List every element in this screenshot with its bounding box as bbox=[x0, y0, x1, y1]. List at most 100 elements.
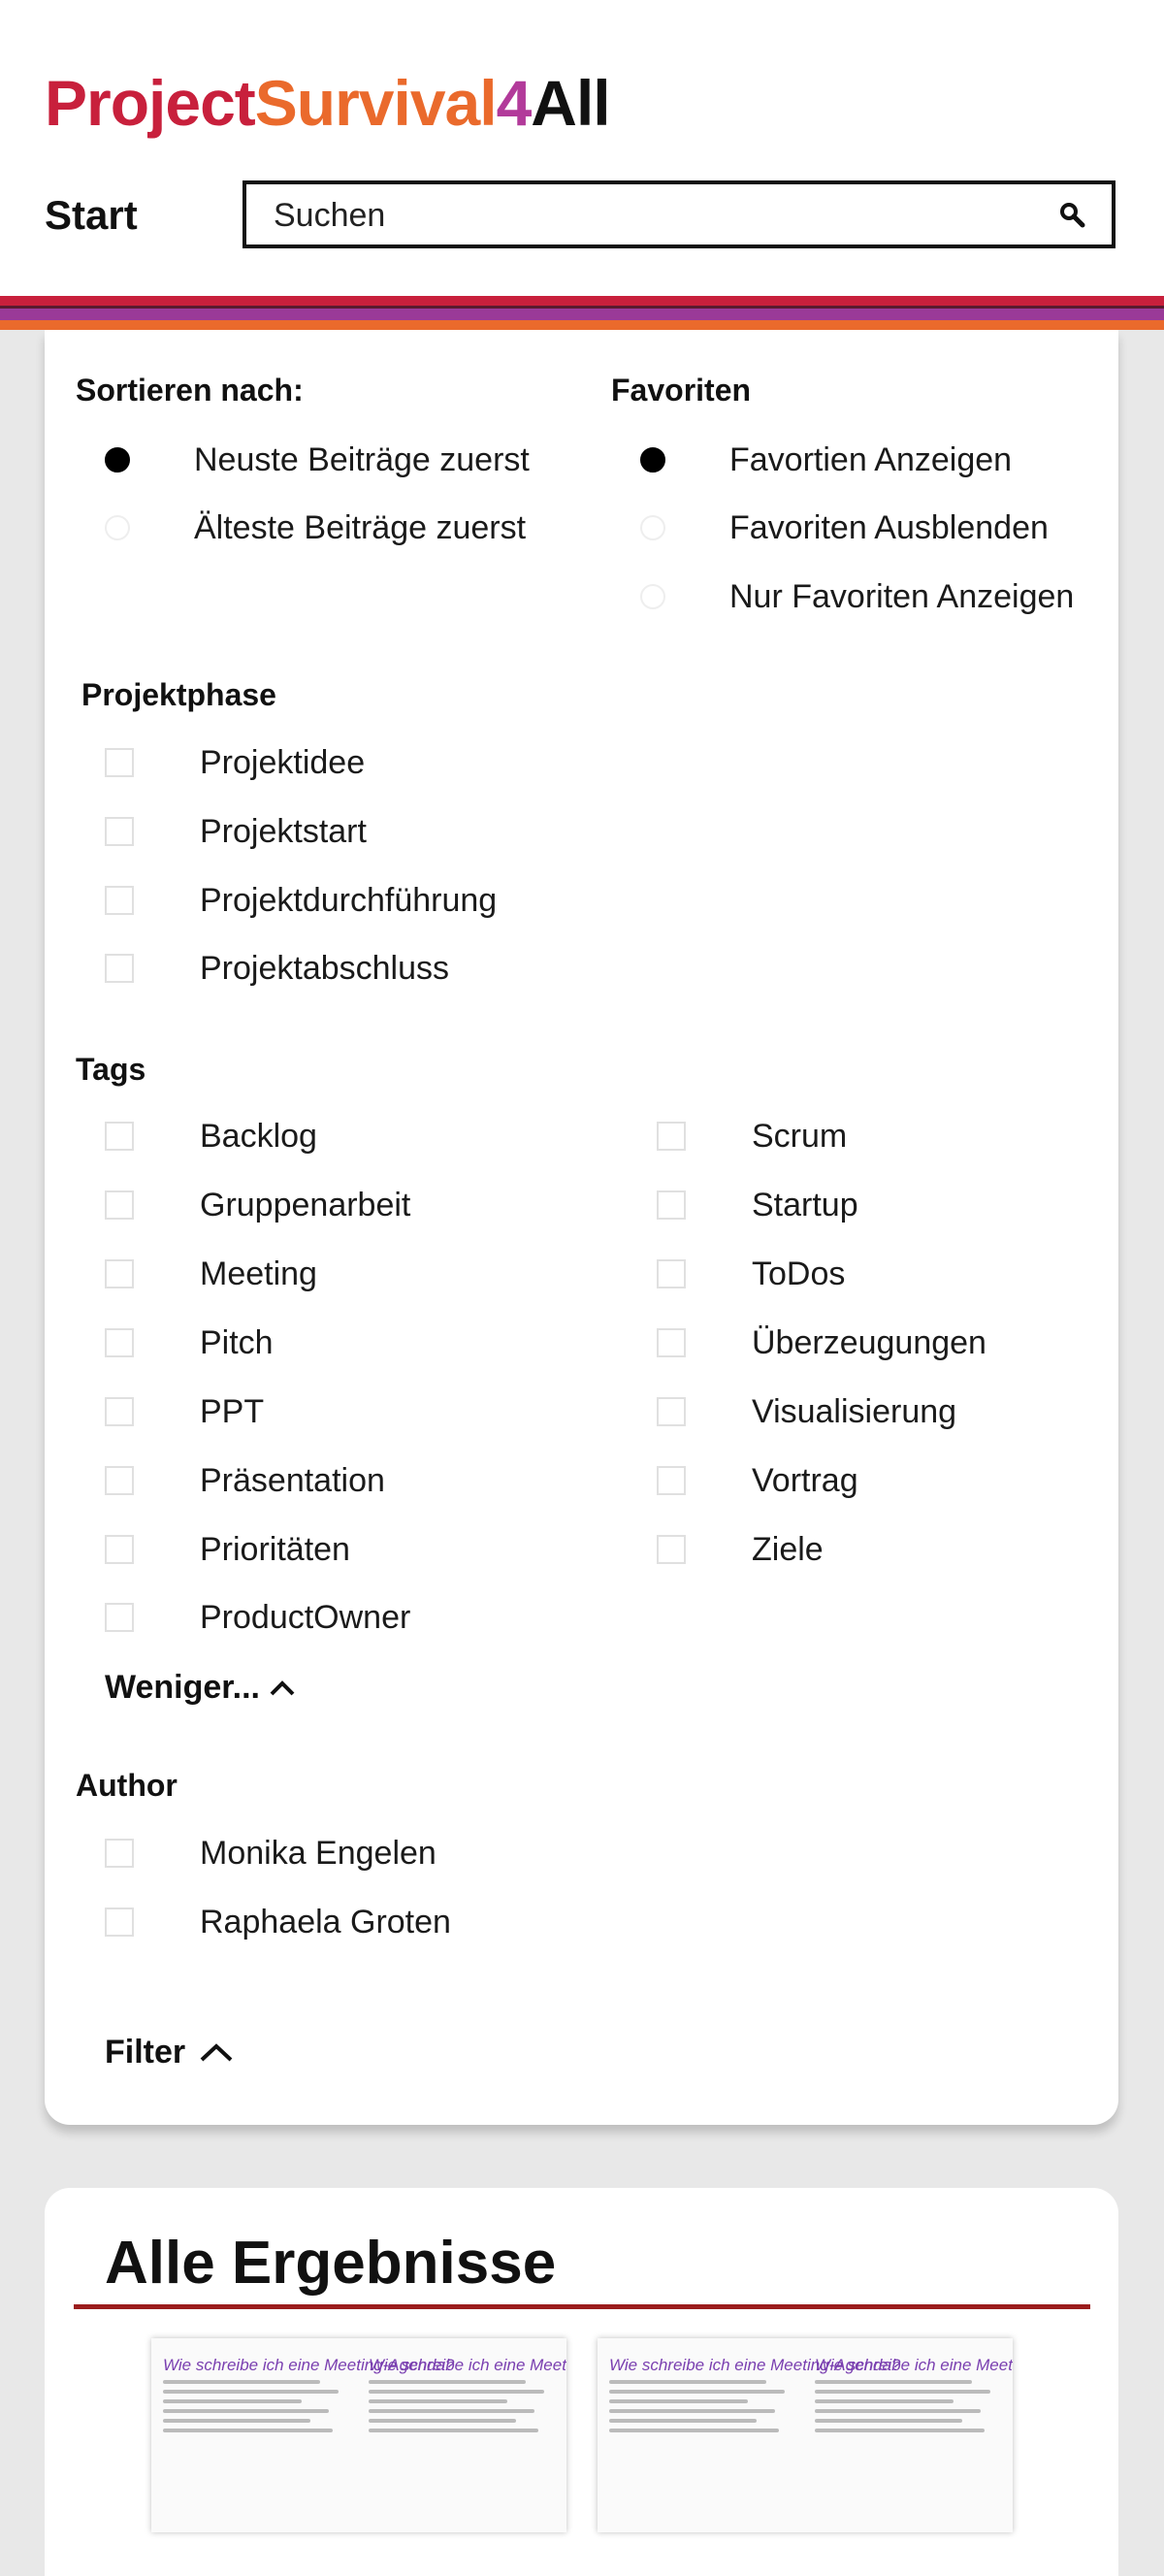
checkbox[interactable] bbox=[105, 1466, 134, 1495]
search-icon[interactable] bbox=[1057, 200, 1086, 229]
checkbox[interactable] bbox=[105, 1603, 134, 1632]
checkbox[interactable] bbox=[105, 954, 134, 983]
option-label: Nur Favoriten Anzeigen bbox=[729, 578, 1075, 615]
tag-option-praesentation[interactable]: Präsentation bbox=[105, 1461, 385, 1500]
favorites-option-hide[interactable]: Favoriten Ausblenden bbox=[640, 508, 1049, 547]
phase-option-idea[interactable]: Projektidee bbox=[105, 743, 365, 782]
tag-option-scrum[interactable]: Scrum bbox=[657, 1117, 847, 1156]
tag-option-gruppenarbeit[interactable]: Gruppenarbeit bbox=[105, 1186, 410, 1224]
author-option-raphaela[interactable]: Raphaela Groten bbox=[105, 1903, 451, 1941]
checkbox[interactable] bbox=[105, 1839, 134, 1868]
logo-part-4: 4 bbox=[496, 67, 533, 139]
favorites-option-show[interactable]: Favortien Anzeigen bbox=[640, 440, 1012, 479]
radio-selected[interactable] bbox=[640, 447, 665, 473]
checkbox[interactable] bbox=[657, 1122, 686, 1151]
checkbox[interactable] bbox=[657, 1328, 686, 1357]
checkbox[interactable] bbox=[105, 1328, 134, 1357]
tag-option-ziele[interactable]: Ziele bbox=[657, 1530, 824, 1569]
checkbox[interactable] bbox=[105, 1259, 134, 1288]
checkbox[interactable] bbox=[105, 886, 134, 915]
tag-option-meeting[interactable]: Meeting bbox=[105, 1255, 317, 1293]
option-label: Prioritäten bbox=[200, 1531, 350, 1568]
show-less-label: Weniger... bbox=[105, 1669, 260, 1706]
result-thumbnail[interactable]: Wie schreibe ich eine Meeting-Agenda? Wi… bbox=[598, 2338, 1013, 2532]
radio-unselected[interactable] bbox=[640, 584, 665, 609]
tag-option-backlog[interactable]: Backlog bbox=[105, 1117, 317, 1156]
option-label: Älteste Beiträge zuerst bbox=[194, 509, 527, 546]
checkbox[interactable] bbox=[105, 1535, 134, 1564]
option-label: PPT bbox=[200, 1393, 265, 1430]
checkbox[interactable] bbox=[105, 1908, 134, 1937]
option-label: ProductOwner bbox=[200, 1599, 411, 1636]
results-title: Alle Ergebnisse bbox=[105, 2230, 557, 2297]
radio-unselected[interactable] bbox=[640, 515, 665, 540]
option-label: Backlog bbox=[200, 1118, 317, 1155]
tag-option-prioritaeten[interactable]: Prioritäten bbox=[105, 1530, 350, 1569]
radio-selected[interactable] bbox=[105, 447, 130, 473]
stripe-orange bbox=[0, 320, 1164, 330]
favorites-title: Favoriten bbox=[611, 373, 752, 408]
option-label: Projektabschluss bbox=[200, 950, 450, 987]
sort-option-oldest[interactable]: Älteste Beiträge zuerst bbox=[105, 508, 526, 547]
thumbnail-title: Wie schreibe ich eine Meeting-Agenda? bbox=[815, 2356, 1013, 2374]
option-label: Monika Engelen bbox=[200, 1835, 436, 1872]
checkbox[interactable] bbox=[657, 1535, 686, 1564]
option-label: Raphaela Groten bbox=[200, 1904, 451, 1940]
tag-option-todos[interactable]: ToDos bbox=[657, 1255, 845, 1293]
option-label: Neuste Beiträge zuerst bbox=[194, 441, 530, 478]
phase-title: Projektphase bbox=[81, 677, 276, 712]
thumbnail-page-left: Wie schreibe ich eine Meeting-Agenda? bbox=[609, 2356, 900, 2432]
phase-option-start[interactable]: Projektstart bbox=[105, 812, 367, 851]
stripe-purple bbox=[0, 309, 1164, 320]
favorites-option-only[interactable]: Nur Favoriten Anzeigen bbox=[640, 577, 1074, 616]
results-panel: Alle Ergebnisse Wie schreibe ich eine Me… bbox=[45, 2188, 1118, 2576]
option-label: Projektidee bbox=[200, 744, 366, 781]
filter-toggle-button[interactable]: Filter bbox=[105, 2032, 236, 2072]
option-label: Visualisierung bbox=[752, 1393, 957, 1430]
tag-option-pitch[interactable]: Pitch bbox=[105, 1323, 274, 1362]
option-label: Favortien Anzeigen bbox=[729, 441, 1013, 478]
checkbox[interactable] bbox=[105, 1397, 134, 1426]
sort-option-newest[interactable]: Neuste Beiträge zuerst bbox=[105, 440, 530, 479]
search-input[interactable] bbox=[272, 184, 1032, 246]
logo-part-survival: Survival bbox=[254, 67, 498, 139]
option-label: Pitch bbox=[200, 1324, 274, 1361]
phase-option-execution[interactable]: Projektdurchführung bbox=[105, 881, 497, 920]
radio-unselected[interactable] bbox=[105, 515, 130, 540]
app-logo[interactable]: ProjectSurvival4All bbox=[45, 64, 611, 142]
checkbox[interactable] bbox=[105, 748, 134, 777]
option-label: Überzeugungen bbox=[752, 1324, 986, 1361]
author-title: Author bbox=[76, 1768, 178, 1803]
option-label: Vortrag bbox=[752, 1462, 858, 1499]
option-label: Projektstart bbox=[200, 813, 367, 850]
sort-title: Sortieren nach: bbox=[76, 373, 304, 408]
logo-part-all: All bbox=[531, 67, 610, 139]
checkbox[interactable] bbox=[105, 1122, 134, 1151]
search-bar[interactable] bbox=[242, 180, 1116, 248]
thumbnail-title: Wie schreibe ich eine Meeting-Agenda? bbox=[369, 2356, 566, 2374]
option-label: Projektdurchführung bbox=[200, 882, 498, 919]
phase-option-closing[interactable]: Projektabschluss bbox=[105, 949, 449, 988]
checkbox[interactable] bbox=[657, 1397, 686, 1426]
tags-show-less-button[interactable]: Weniger... bbox=[105, 1667, 297, 1708]
stripe-red bbox=[0, 296, 1164, 306]
checkbox[interactable] bbox=[657, 1466, 686, 1495]
tag-option-ppt[interactable]: PPT bbox=[105, 1392, 264, 1431]
tag-option-visualisierung[interactable]: Visualisierung bbox=[657, 1392, 956, 1431]
tag-option-vortrag[interactable]: Vortrag bbox=[657, 1461, 858, 1500]
option-label: Startup bbox=[752, 1187, 858, 1223]
checkbox[interactable] bbox=[105, 1190, 134, 1220]
checkbox[interactable] bbox=[105, 817, 134, 846]
tag-option-ueberzeugungen[interactable]: Überzeugungen bbox=[657, 1323, 986, 1362]
thumbnail-title: Wie schreibe ich eine Meeting-Agenda? bbox=[163, 2356, 455, 2374]
tags-title: Tags bbox=[76, 1052, 146, 1087]
nav-start-link[interactable]: Start bbox=[45, 190, 138, 241]
tag-option-productowner[interactable]: ProductOwner bbox=[105, 1598, 410, 1637]
tag-option-startup[interactable]: Startup bbox=[657, 1186, 858, 1224]
checkbox[interactable] bbox=[657, 1259, 686, 1288]
option-label: Ziele bbox=[752, 1531, 824, 1568]
option-label: Gruppenarbeit bbox=[200, 1187, 411, 1223]
result-thumbnail[interactable]: Wie schreibe ich eine Meeting-Agenda? Wi… bbox=[151, 2338, 566, 2532]
checkbox[interactable] bbox=[657, 1190, 686, 1220]
author-option-monika[interactable]: Monika Engelen bbox=[105, 1834, 436, 1873]
